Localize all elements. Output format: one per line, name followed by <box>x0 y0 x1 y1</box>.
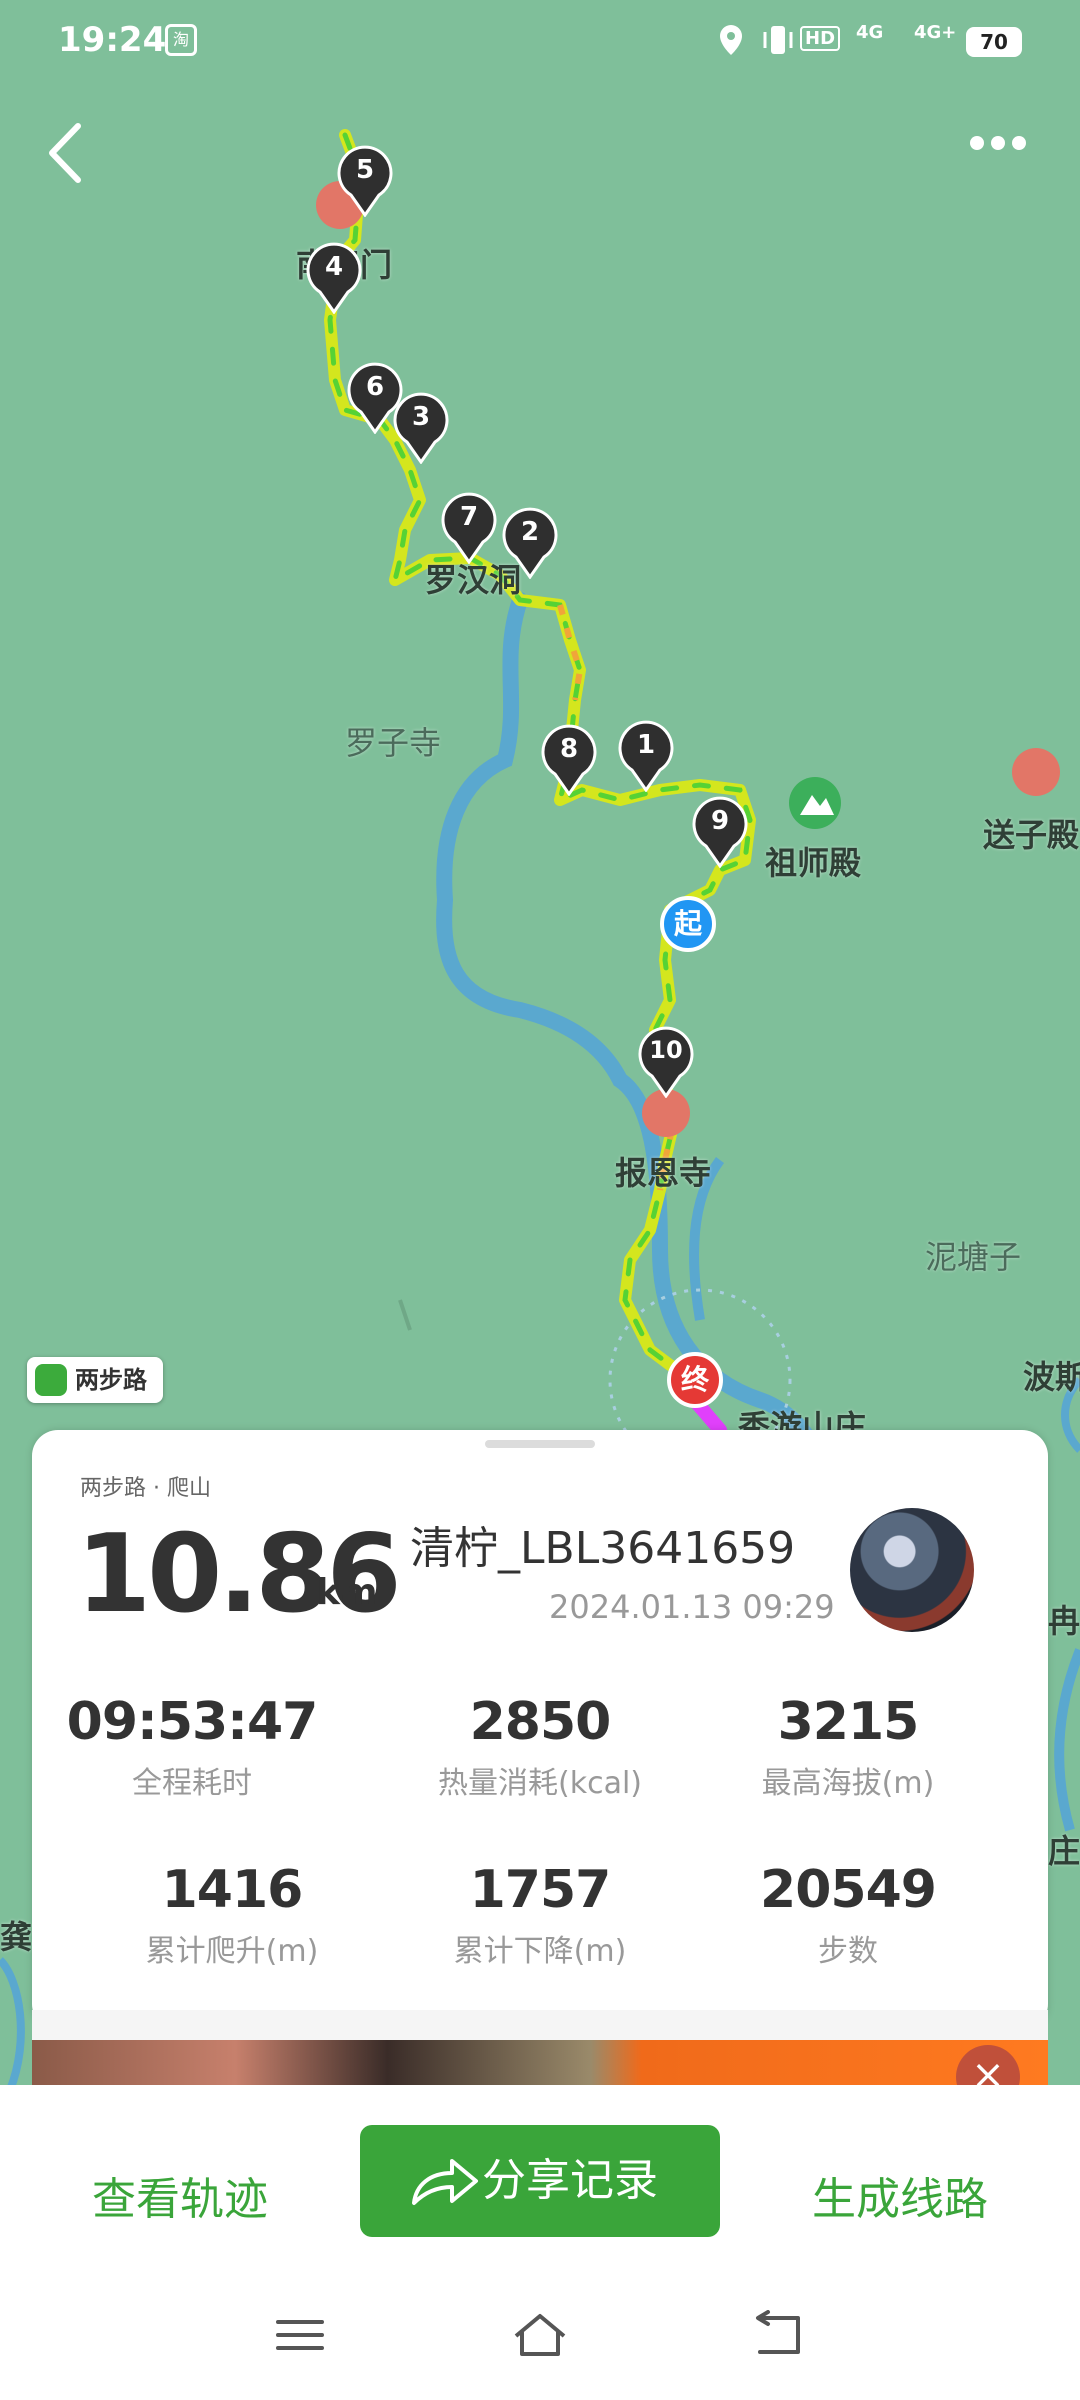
stat-value: 2850 <box>469 1692 612 1752</box>
map-marker-8[interactable]: 8 <box>541 724 597 796</box>
more-button[interactable] <box>970 135 1050 175</box>
stat-label: 最高海拔(m) <box>761 1766 935 1801</box>
back-icon <box>756 2310 800 2354</box>
map-marker-4[interactable]: 4 <box>306 242 362 314</box>
status-bar: 19:24 淘 HD 4G 4G+ 70 <box>0 0 1080 80</box>
stat-label: 累计下降(m) <box>453 1934 627 1969</box>
map-label-baoensi: 报恩寺 <box>615 1154 712 1192</box>
start-marker[interactable]: 起 <box>660 896 716 952</box>
map-marker-9[interactable]: 9 <box>692 796 748 868</box>
more-icon-dot <box>1012 136 1026 150</box>
nav-home-button[interactable] <box>510 2310 570 2360</box>
ad-banner[interactable] <box>32 2040 1048 2086</box>
marker-number: 5 <box>355 155 375 185</box>
share-arrow-icon <box>412 2159 478 2205</box>
nav-menu-button[interactable] <box>270 2310 330 2360</box>
stat-total-ascent: 1416 累计爬升(m) <box>72 1860 392 1970</box>
stat-value: 1757 <box>469 1860 612 1920</box>
map-marker-5[interactable]: 5 <box>337 145 393 217</box>
taobao-notification-icon: 淘 <box>165 24 197 56</box>
stat-label: 全程耗时 <box>132 1766 252 1801</box>
status-time: 19:24 <box>58 20 167 60</box>
battery-icon: 70 <box>966 27 1022 57</box>
stat-max-altitude: 3215 最高海拔(m) <box>688 1692 1008 1802</box>
generate-route-button[interactable]: 生成线路 <box>760 2165 1040 2235</box>
map-label-nitangzi: 泥塘子 <box>925 1238 1022 1276</box>
map-label-songzidian: 送子殿 <box>983 816 1080 854</box>
map-label-edge-ran: 冉 <box>1048 1602 1080 1640</box>
card-divider <box>32 2010 1048 2042</box>
marker-number: 7 <box>459 502 479 532</box>
view-track-button[interactable]: 查看轨迹 <box>40 2165 320 2235</box>
bottom-action-bar: 查看轨迹 分享记录 生成线路 <box>0 2085 1080 2400</box>
brand-logo-icon <box>35 1364 67 1396</box>
vibrate-icon <box>763 26 793 54</box>
start-marker-label: 起 <box>673 907 702 940</box>
map-marker-1[interactable]: 1 <box>618 720 674 792</box>
location-icon <box>720 25 742 55</box>
record-date: 2024.01.13 09:29 <box>549 1588 835 1626</box>
stat-total-descent: 1757 累计下降(m) <box>380 1860 700 1970</box>
brand-badge-label: 两步路 <box>75 1366 147 1394</box>
stat-value: 3215 <box>777 1692 920 1752</box>
more-icon-dot <box>991 136 1005 150</box>
mountain-icon <box>789 777 841 829</box>
stat-value: 09:53:47 <box>66 1692 319 1752</box>
stat-duration: 09:53:47 全程耗时 <box>32 1692 352 1802</box>
screen: 南天门 罗汉洞 罗子寺 祖师殿 送子殿 报恩寺 泥塘子 波斯 秀游山庄 冉 庄 … <box>0 0 1080 2400</box>
map-label-zushidian: 祖师殿 <box>765 844 862 882</box>
home-icon <box>514 2314 566 2356</box>
nav-back-button[interactable] <box>750 2310 810 2360</box>
brand-badge: 两步路 <box>27 1357 163 1403</box>
share-record-label: 分享记录 <box>482 2155 658 2206</box>
marker-number: 10 <box>649 1036 683 1064</box>
hd-icon: HD <box>800 26 841 51</box>
stat-label: 步数 <box>818 1934 878 1969</box>
end-marker[interactable]: 终 <box>667 1352 723 1408</box>
stat-calories: 2850 热量消耗(kcal) <box>380 1692 700 1802</box>
stat-steps: 20549 步数 <box>688 1860 1008 1970</box>
more-icon <box>970 136 984 150</box>
record-category: 两步路 · 爬山 <box>80 1476 211 1501</box>
map-label-edge-gong: 龚 <box>0 1918 33 1956</box>
marker-number: 9 <box>710 806 730 836</box>
map-label-luozisi: 罗子寺 <box>345 724 442 762</box>
marker-number: 3 <box>411 402 431 432</box>
map-marker-7[interactable]: 7 <box>441 492 497 564</box>
signal-4g-plus-icon: 4G+ <box>914 22 957 43</box>
stat-label: 累计爬升(m) <box>145 1934 319 1969</box>
map-marker-3[interactable]: 3 <box>393 392 449 464</box>
map-label-bosi: 波斯 <box>1023 1358 1080 1396</box>
end-marker-label: 终 <box>680 1363 709 1396</box>
chevron-left-icon <box>49 123 81 183</box>
map-marker-2[interactable]: 2 <box>502 507 558 579</box>
signal-4g-icon: 4G <box>856 22 884 43</box>
menu-icon <box>276 2320 324 2350</box>
marker-number: 4 <box>324 252 344 282</box>
marker-number: 1 <box>636 730 656 760</box>
map-marker-10[interactable]: 10 <box>638 1026 694 1098</box>
marker-number: 2 <box>520 517 540 547</box>
record-card[interactable]: 两步路 · 爬山 10.86 km 清柠_LBL3641659 2024.01.… <box>32 1430 1048 2030</box>
map-label-edge-zhuang: 庄 <box>1048 1832 1080 1870</box>
distance-unit: km <box>316 1572 378 1613</box>
stat-value: 20549 <box>760 1860 937 1920</box>
share-record-button[interactable]: 分享记录 <box>360 2125 720 2237</box>
avatar[interactable] <box>850 1508 974 1632</box>
stat-value: 1416 <box>161 1860 304 1920</box>
marker-number: 8 <box>559 734 579 764</box>
username: 清柠_LBL3641659 <box>410 1523 796 1574</box>
card-drag-handle[interactable] <box>485 1440 595 1448</box>
stat-label: 热量消耗(kcal) <box>438 1766 642 1801</box>
back-button[interactable] <box>40 118 100 198</box>
